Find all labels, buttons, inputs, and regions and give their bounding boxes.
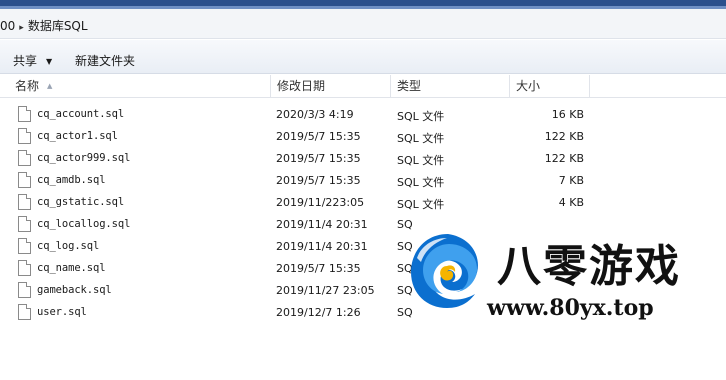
file-size: 4 KB bbox=[558, 196, 584, 209]
file-name: cq_account.sql bbox=[37, 108, 125, 120]
column-size-header[interactable]: 大小 bbox=[510, 75, 590, 98]
file-row[interactable]: cq_log.sql 2019/11/4 20:31 SQ bbox=[0, 236, 726, 258]
file-date: 2019/11/4 20:31 bbox=[276, 218, 368, 231]
column-date-header[interactable]: 修改日期 bbox=[271, 75, 391, 98]
file-row[interactable]: cq_gstatic.sql 2019/11/2​23:05 SQL 文件 4 … bbox=[0, 192, 726, 214]
column-size-label: 大小 bbox=[516, 79, 541, 93]
file-date: 2019/11/4 20:31 bbox=[276, 240, 368, 253]
column-header: 名称 ▲ 修改日期 类型 大小 bbox=[0, 75, 726, 98]
file-row[interactable]: user.sql 2019/12/7 1:26 SQ bbox=[0, 302, 726, 324]
file-type: SQ bbox=[397, 284, 413, 297]
file-name: gameback.sql bbox=[37, 284, 112, 296]
file-icon bbox=[18, 216, 31, 232]
file-icon bbox=[18, 282, 31, 298]
file-type: SQ bbox=[397, 262, 413, 275]
column-date-label: 修改日期 bbox=[277, 79, 326, 93]
file-name: cq_gstatic.sql bbox=[37, 196, 125, 208]
file-date: 2020/3/3 4:19 bbox=[276, 108, 354, 121]
file-icon bbox=[18, 260, 31, 276]
file-row[interactable]: cq_actor1.sql 2019/5/7 15:35 SQL 文件 122 … bbox=[0, 126, 726, 148]
file-name: cq_amdb.sql bbox=[37, 174, 106, 186]
file-date: 2019/5/7 15:35 bbox=[276, 130, 361, 143]
file-icon bbox=[18, 238, 31, 254]
file-name: cq_locallog.sql bbox=[37, 218, 131, 230]
file-icon bbox=[18, 304, 31, 320]
file-date: 2019/12/7 1:26 bbox=[276, 306, 361, 319]
file-name: cq_log.sql bbox=[37, 240, 100, 252]
column-name-label: 名称 bbox=[15, 79, 40, 93]
column-type-label: 类型 bbox=[397, 79, 422, 93]
file-date: 2019/5/7 15:35 bbox=[276, 174, 361, 187]
file-type: SQ bbox=[397, 240, 413, 253]
file-type: SQL 文件 bbox=[397, 154, 445, 167]
file-icon bbox=[18, 194, 31, 210]
file-icon bbox=[18, 172, 31, 188]
file-name: cq_name.sql bbox=[37, 262, 106, 274]
new-folder-button[interactable]: 新建文件夹 bbox=[75, 52, 135, 69]
file-type: SQ bbox=[397, 218, 413, 231]
title-bar bbox=[0, 0, 726, 9]
file-icon bbox=[18, 128, 31, 144]
file-row[interactable]: cq_locallog.sql 2019/11/4 20:31 SQ bbox=[0, 214, 726, 236]
breadcrumb[interactable]: 00 ▸ 数据库SQL bbox=[0, 17, 88, 34]
file-type: SQL 文件 bbox=[397, 198, 445, 211]
toolbar: 共享 ▼ 新建文件夹 bbox=[0, 40, 726, 74]
file-type: SQL 文件 bbox=[397, 110, 445, 123]
breadcrumb-prefix[interactable]: 00 bbox=[0, 19, 15, 33]
column-type-header[interactable]: 类型 bbox=[391, 75, 510, 98]
file-name: user.sql bbox=[37, 306, 87, 318]
breadcrumb-folder[interactable]: 数据库SQL bbox=[28, 19, 88, 33]
file-name: cq_actor1.sql bbox=[37, 130, 118, 142]
file-row[interactable]: cq_account.sql 2020/3/3 4:19 SQL 文件 16 K… bbox=[0, 104, 726, 126]
share-button[interactable]: 共享 ▼ bbox=[13, 52, 52, 69]
chevron-down-icon: ▼ bbox=[46, 57, 53, 66]
file-date: 2019/11/2​23:05 bbox=[276, 196, 365, 209]
file-icon bbox=[18, 150, 31, 166]
file-date: 2019/11/27 23:05 bbox=[276, 284, 375, 297]
file-size: 7 KB bbox=[558, 174, 584, 187]
breadcrumb-chevron-icon[interactable]: ▸ bbox=[19, 23, 24, 33]
column-name-header[interactable]: 名称 ▲ bbox=[0, 75, 271, 98]
file-date: 2019/5/7 15:35 bbox=[276, 262, 361, 275]
file-size: 16 KB bbox=[551, 108, 584, 121]
file-name: cq_actor999.sql bbox=[37, 152, 131, 164]
file-row[interactable]: cq_actor999.sql 2019/5/7 15:35 SQL 文件 12… bbox=[0, 148, 726, 170]
file-type: SQL 文件 bbox=[397, 176, 445, 189]
share-label: 共享 bbox=[13, 54, 38, 68]
file-row[interactable]: cq_amdb.sql 2019/5/7 15:35 SQL 文件 7 KB bbox=[0, 170, 726, 192]
file-date: 2019/5/7 15:35 bbox=[276, 152, 361, 165]
file-type: SQL 文件 bbox=[397, 132, 445, 145]
sort-ascending-icon: ▲ bbox=[47, 82, 53, 90]
file-row[interactable]: gameback.sql 2019/11/27 23:05 SQ bbox=[0, 280, 726, 302]
file-size: 122 KB bbox=[544, 152, 584, 165]
address-bar[interactable]: 00 ▸ 数据库SQL bbox=[0, 9, 726, 39]
file-icon bbox=[18, 106, 31, 122]
file-row[interactable]: cq_name.sql 2019/5/7 15:35 SQ bbox=[0, 258, 726, 280]
file-size: 122 KB bbox=[544, 130, 584, 143]
new-folder-label: 新建文件夹 bbox=[75, 54, 136, 68]
file-type: SQ bbox=[397, 306, 413, 319]
